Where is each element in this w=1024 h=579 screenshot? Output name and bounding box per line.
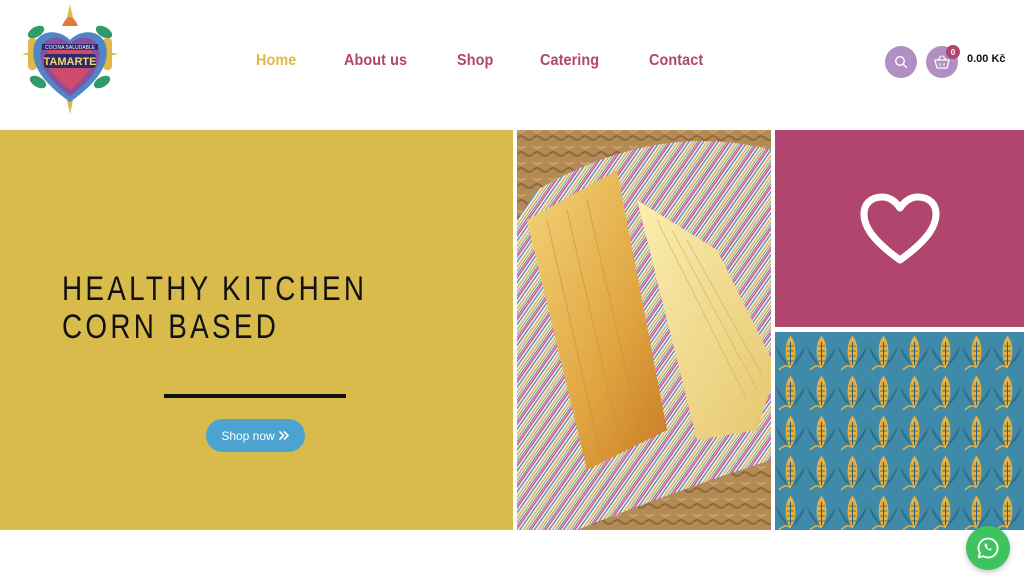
main-nav: Home About us Shop Catering Contact <box>256 52 752 70</box>
shop-now-label: Shop now <box>221 428 275 443</box>
tamales-photo <box>517 130 771 530</box>
whatsapp-button[interactable] <box>966 526 1010 570</box>
hero-title: HEALTHY KITCHEN CORN BASED <box>62 270 368 346</box>
site-header: COCINA SALUDABLE TAMARTE Home About us S… <box>0 0 1024 128</box>
hero-divider <box>164 394 346 398</box>
nav-shop[interactable]: Shop <box>457 52 493 70</box>
cart-count-badge: 0 <box>946 45 960 59</box>
shop-now-button[interactable]: Shop now <box>206 419 305 452</box>
heart-icon <box>860 193 939 263</box>
nav-contact[interactable]: Contact <box>649 52 703 70</box>
cart-total[interactable]: 0.00 Kč <box>967 53 1006 65</box>
corn-pattern-tile <box>775 332 1024 530</box>
search-icon <box>894 55 908 69</box>
double-chevron-right-icon <box>278 431 289 440</box>
svg-text:TAMARTE: TAMARTE <box>44 56 97 68</box>
nav-about-us[interactable]: About us <box>344 52 407 70</box>
whatsapp-icon <box>977 537 999 559</box>
nav-catering[interactable]: Catering <box>540 52 599 70</box>
brand-logo[interactable]: COCINA SALUDABLE TAMARTE <box>22 4 118 114</box>
nav-home[interactable]: Home <box>256 52 296 70</box>
heart-tile <box>775 130 1024 327</box>
svg-text:COCINA SALUDABLE: COCINA SALUDABLE <box>45 45 96 51</box>
search-button[interactable] <box>885 46 917 78</box>
